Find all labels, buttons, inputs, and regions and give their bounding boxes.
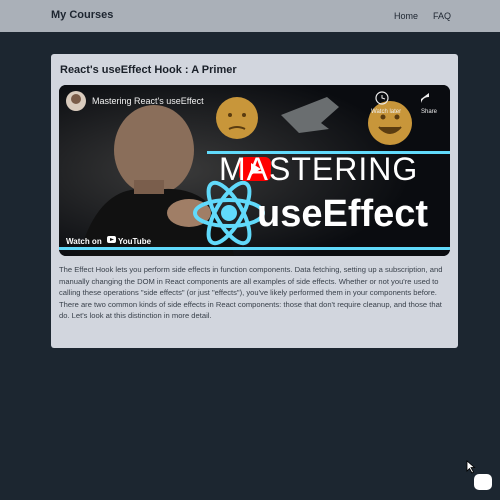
chat-widget-button[interactable] <box>474 474 492 490</box>
navbar: My Courses Home FAQ <box>0 0 500 32</box>
share-button[interactable]: Share <box>421 109 437 115</box>
card-title: React's useEffect Hook : A Primer <box>60 64 237 76</box>
course-card: React's useEffect Hook : A Primer Master… <box>51 54 458 348</box>
nav-link-home[interactable]: Home <box>394 11 418 21</box>
brand-title[interactable]: My Courses <box>51 9 113 21</box>
mouse-cursor-icon <box>466 460 476 474</box>
nav-link-faq[interactable]: FAQ <box>433 11 451 21</box>
video-title[interactable]: Mastering React's useEffect <box>92 96 204 106</box>
youtube-logo[interactable]: YouTube <box>118 237 151 246</box>
watch-later-button[interactable]: Watch later <box>371 109 401 115</box>
video-headline-bottom: useEffect <box>257 193 429 235</box>
card-description: The Effect Hook lets you perform side ef… <box>59 265 443 321</box>
video-embed[interactable]: Mastering React's useEffect MASTERING us… <box>59 85 450 256</box>
play-button[interactable] <box>239 157 271 181</box>
watch-on-label[interactable]: Watch on <box>66 237 102 246</box>
